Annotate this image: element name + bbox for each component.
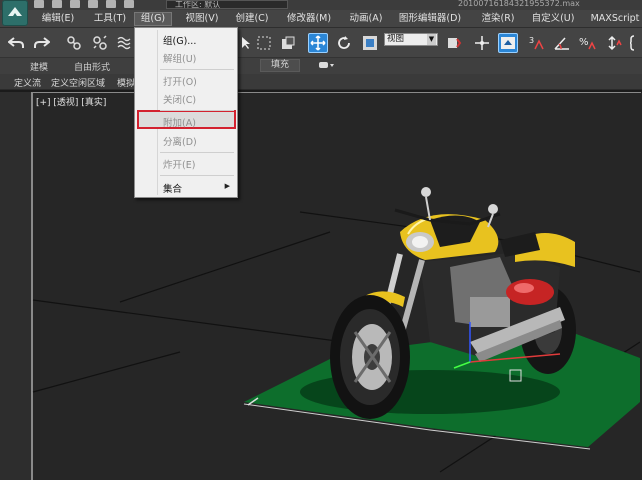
menu-modifiers[interactable]: 修改器(M) bbox=[284, 12, 334, 26]
window-crossing-icon[interactable] bbox=[278, 33, 298, 53]
use-pivot-center-icon[interactable] bbox=[444, 33, 464, 53]
group-menu-item-group[interactable]: 组(G)... bbox=[163, 33, 196, 47]
group-menu-item-assembly[interactable]: 集合 bbox=[163, 181, 182, 195]
group-menu-item-open[interactable]: 打开(O) bbox=[163, 74, 197, 88]
menu-rendering[interactable]: 渲染(R) bbox=[478, 12, 518, 26]
ribbon-display-dropdown-icon[interactable] bbox=[318, 61, 336, 70]
select-and-rotate-icon[interactable] bbox=[334, 33, 354, 53]
select-and-move-icon[interactable] bbox=[308, 33, 328, 53]
save-icon[interactable] bbox=[70, 0, 80, 8]
redo-icon[interactable] bbox=[106, 0, 116, 8]
edit-named-selection-icon[interactable] bbox=[628, 33, 642, 53]
perspective-viewport[interactable]: [+] [透视] [真实] bbox=[0, 92, 642, 480]
menu-customize[interactable]: 自定义(U) bbox=[528, 12, 578, 26]
menu-separator bbox=[160, 175, 234, 176]
main-toolbar: 视图 ▼ 3 % bbox=[0, 28, 642, 58]
tab-freeform[interactable]: 自由形式 bbox=[74, 60, 110, 73]
angle-snap-icon[interactable] bbox=[552, 33, 572, 53]
group-menu-item-ungroup[interactable]: 解组(U) bbox=[163, 51, 196, 65]
submenu-arrow-icon: ▶ bbox=[224, 182, 230, 190]
populate-subribbon: 定义流 定义空闲区域 模拟 bbox=[0, 74, 642, 90]
scene-render bbox=[32, 187, 641, 473]
menu-group[interactable]: 组(G) bbox=[134, 12, 172, 26]
define-flows-item[interactable]: 定义流 bbox=[14, 76, 41, 89]
menu-views[interactable]: 视图(V) bbox=[182, 12, 222, 26]
menu-bar: 编辑(E) 工具(T) 组(G) 视图(V) 创建(C) 修改器(M) 动画(A… bbox=[0, 10, 642, 28]
select-and-manipulate-icon[interactable] bbox=[472, 33, 492, 53]
menu-graph-editors[interactable]: 图形编辑器(D) bbox=[398, 12, 462, 26]
select-and-scale-icon[interactable] bbox=[360, 33, 380, 53]
keyboard-shortcut-override-icon[interactable] bbox=[498, 33, 518, 53]
file-title: 20100716184321955372.max bbox=[458, 0, 580, 8]
group-menu-item-attach[interactable]: 附加(A) bbox=[163, 115, 196, 129]
populate-fill-button[interactable]: 填充 bbox=[260, 59, 300, 72]
reference-coordinate-value: 视图 bbox=[387, 34, 405, 44]
undo-icon[interactable] bbox=[88, 0, 98, 8]
rectangular-selection-icon[interactable] bbox=[254, 33, 274, 53]
snaps-toggle-icon[interactable]: 3 bbox=[528, 33, 548, 53]
workspace-dropdown[interactable]: 工作区: 默认 bbox=[166, 0, 288, 9]
menu-maxscript[interactable]: MAXScript bbox=[590, 12, 640, 26]
undo-icon[interactable] bbox=[6, 33, 26, 53]
redo-icon[interactable] bbox=[32, 33, 52, 53]
unlink-selection-icon[interactable] bbox=[90, 33, 110, 53]
menu-tools[interactable]: 工具(T) bbox=[90, 12, 130, 26]
new-file-icon[interactable] bbox=[34, 0, 44, 8]
group-menu-item-close[interactable]: 关闭(C) bbox=[163, 92, 196, 106]
menu-create[interactable]: 创建(C) bbox=[232, 12, 272, 26]
bind-to-space-warp-icon[interactable] bbox=[114, 33, 134, 53]
title-bar: 工作区: 默认 20100716184321955372.max bbox=[0, 0, 642, 10]
percent-snap-icon[interactable]: % bbox=[578, 33, 598, 53]
ribbon-tabs: 建模 自由形式 填充 bbox=[0, 58, 642, 74]
project-folder-icon[interactable] bbox=[124, 0, 134, 8]
tab-modeling[interactable]: 建模 bbox=[30, 60, 48, 73]
svg-text:%: % bbox=[579, 37, 589, 48]
reference-coordinate-dropdown[interactable]: 视图 ▼ bbox=[384, 33, 438, 46]
app-logo-icon[interactable] bbox=[2, 0, 28, 26]
select-and-link-icon[interactable] bbox=[64, 33, 84, 53]
group-menu-item-explode[interactable]: 炸开(E) bbox=[163, 157, 195, 171]
menu-edit[interactable]: 编辑(E) bbox=[38, 12, 78, 26]
define-idle-areas-item[interactable]: 定义空闲区域 bbox=[51, 76, 105, 89]
menu-separator bbox=[160, 110, 234, 111]
group-menu-dropdown: 组(G)... 解组(U) 打开(O) 关闭(C) 附加(A) 分离(D) 炸开… bbox=[134, 27, 238, 198]
menu-separator bbox=[160, 152, 234, 153]
quick-access-toolbar bbox=[34, 0, 134, 10]
chevron-down-icon: ▼ bbox=[427, 34, 436, 45]
open-file-icon[interactable] bbox=[52, 0, 62, 8]
svg-text:3: 3 bbox=[529, 36, 534, 45]
simulate-item[interactable]: 模拟 bbox=[117, 76, 135, 89]
group-menu-item-detach[interactable]: 分离(D) bbox=[163, 134, 197, 148]
menu-animation[interactable]: 动画(A) bbox=[346, 12, 386, 26]
spinner-snap-icon[interactable] bbox=[604, 33, 624, 53]
menu-separator bbox=[160, 69, 234, 70]
select-cursor-icon[interactable] bbox=[236, 33, 256, 53]
